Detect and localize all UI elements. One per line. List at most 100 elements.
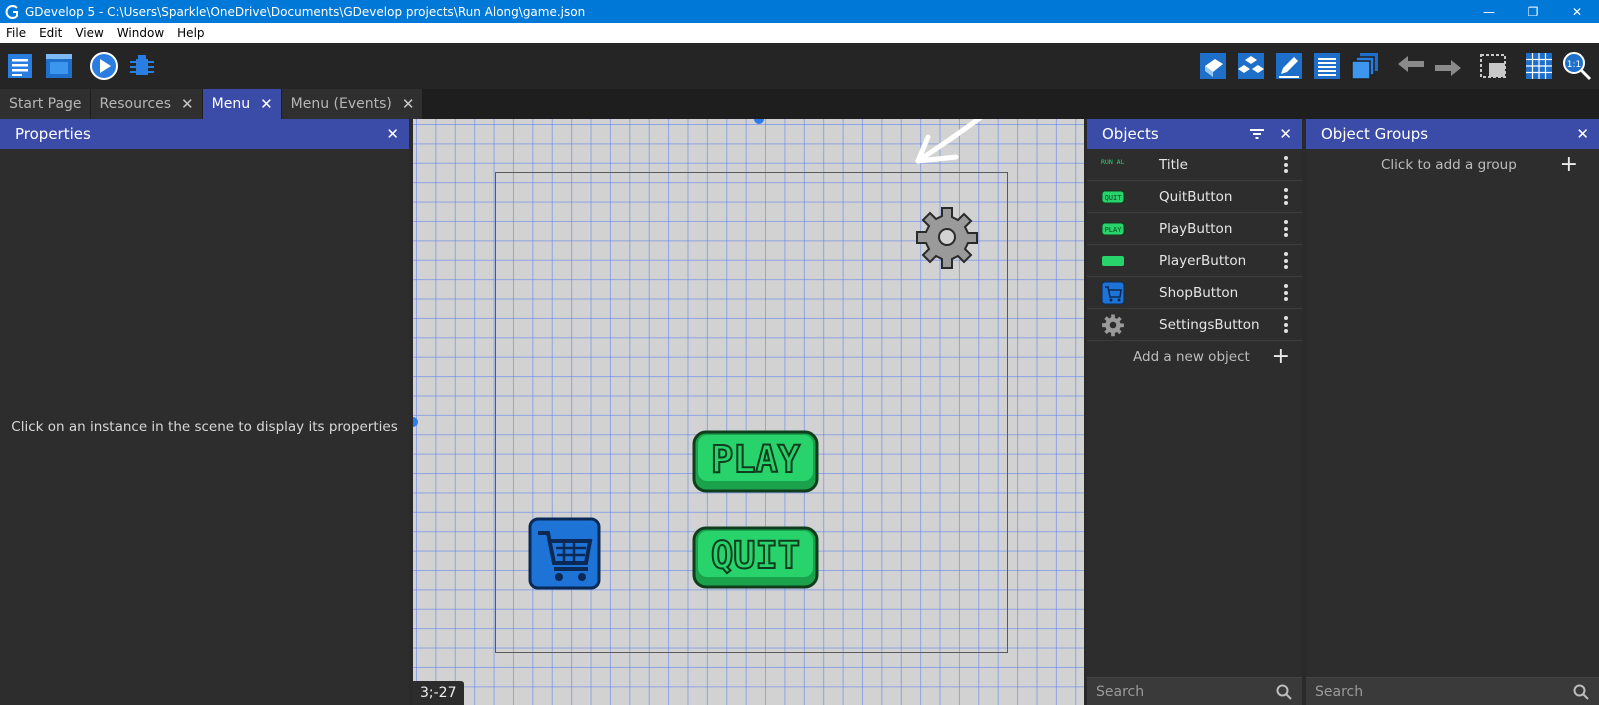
properties-panel-header: Properties ✕ xyxy=(0,119,409,149)
gear-icon xyxy=(1101,313,1125,337)
preview-play-icon[interactable] xyxy=(88,50,120,82)
search-icon[interactable] xyxy=(1573,684,1589,700)
close-icon[interactable]: ✕ xyxy=(1279,125,1292,143)
window-titlebar: GDevelop 5 - C:\Users\Sparkle\OneDrive\D… xyxy=(0,0,1599,23)
svg-text:RUN ALONG: RUN ALONG xyxy=(1101,158,1125,166)
add-object-label: Add a new object xyxy=(1133,349,1250,365)
editor-tabs: Start Page Resources ✕ Menu ✕ Menu (Even… xyxy=(0,89,1599,119)
search-placeholder: Search xyxy=(1096,683,1145,700)
shop-button-instance[interactable] xyxy=(528,517,601,590)
tab-start-page[interactable]: Start Page xyxy=(0,89,90,119)
close-icon[interactable]: ✕ xyxy=(260,95,273,113)
properties-empty-message: Click on an instance in the scene to dis… xyxy=(11,419,398,435)
search-placeholder: Search xyxy=(1315,683,1364,700)
add-new-object-button[interactable]: Add a new object + xyxy=(1087,341,1302,373)
objects-panel-header: Objects ✕ xyxy=(1087,119,1302,149)
close-icon[interactable]: ✕ xyxy=(1576,125,1589,143)
menu-edit[interactable]: Edit xyxy=(33,26,69,40)
object-name: Title xyxy=(1159,156,1188,173)
redo-icon[interactable] xyxy=(1432,50,1464,82)
resize-handle-left[interactable] xyxy=(413,417,418,427)
object-item-playbutton[interactable]: PLAY PlayButton xyxy=(1087,213,1302,245)
project-manager-icon[interactable] xyxy=(5,50,37,82)
grid-toggle-icon[interactable] xyxy=(1523,50,1555,82)
add-group-button[interactable]: Click to add a group + xyxy=(1306,149,1599,181)
panel-title: Object Groups xyxy=(1321,125,1429,143)
close-icon[interactable]: ✕ xyxy=(181,95,194,113)
object-item-playerbutton[interactable]: PlayerButton xyxy=(1087,245,1302,277)
undo-icon[interactable] xyxy=(1395,50,1427,82)
scene-editor-canvas[interactable]: PLAY QUIT 3;-27 xyxy=(413,119,1084,705)
window-mask-icon[interactable] xyxy=(1477,50,1509,82)
annotation-arrow-icon xyxy=(915,119,983,164)
cart-icon xyxy=(528,517,601,590)
tab-label: Start Page xyxy=(9,96,82,112)
instances-list-icon[interactable] xyxy=(1311,50,1343,82)
resize-handle-top[interactable] xyxy=(754,119,764,124)
more-vert-icon[interactable] xyxy=(1284,220,1288,240)
properties-panel-body: Click on an instance in the scene to dis… xyxy=(0,149,409,705)
object-item-settingsbutton[interactable]: SettingsButton xyxy=(1087,309,1302,341)
object-name: PlayerButton xyxy=(1159,252,1247,269)
tab-resources[interactable]: Resources ✕ xyxy=(90,89,202,119)
close-window-button[interactable]: ✕ xyxy=(1555,0,1599,23)
restore-button[interactable]: ❐ xyxy=(1511,0,1555,23)
more-vert-icon[interactable] xyxy=(1284,188,1288,208)
add-group-label: Click to add a group xyxy=(1381,157,1517,173)
close-icon[interactable]: ✕ xyxy=(386,125,399,143)
properties-edit-icon[interactable] xyxy=(1273,50,1305,82)
object-groups-icon[interactable] xyxy=(1235,50,1267,82)
quit-button-instance[interactable]: QUIT xyxy=(692,526,819,589)
search-icon[interactable] xyxy=(1276,684,1292,700)
plus-icon[interactable]: + xyxy=(1560,154,1578,176)
quit-thumb-icon: QUIT xyxy=(1101,185,1125,209)
layers-icon[interactable] xyxy=(1349,50,1381,82)
object-groups-panel-header: Object Groups ✕ xyxy=(1306,119,1599,149)
menu-view[interactable]: View xyxy=(69,26,110,40)
debugger-bug-icon[interactable] xyxy=(126,50,158,82)
tab-menu[interactable]: Menu ✕ xyxy=(202,89,281,119)
more-vert-icon[interactable] xyxy=(1284,284,1288,304)
more-vert-icon[interactable] xyxy=(1284,316,1288,336)
player-thumb-icon xyxy=(1101,249,1125,273)
object-name: SettingsButton xyxy=(1159,316,1260,333)
objects-search-input[interactable]: Search xyxy=(1087,677,1302,705)
tab-label: Menu xyxy=(211,96,251,112)
gear-icon xyxy=(916,207,978,269)
gdevelop-logo-icon xyxy=(4,4,20,20)
objects-panel-icon[interactable] xyxy=(1197,50,1229,82)
tab-menu-events[interactable]: Menu (Events) ✕ xyxy=(281,89,423,119)
panel-title: Objects xyxy=(1102,125,1159,143)
zoom-reset-icon[interactable]: 1:1 xyxy=(1561,50,1593,82)
object-name: QuitButton xyxy=(1159,188,1233,205)
settings-button-instance[interactable] xyxy=(914,204,980,270)
close-icon[interactable]: ✕ xyxy=(402,95,415,113)
window-title: GDevelop 5 - C:\Users\Sparkle\OneDrive\D… xyxy=(25,4,586,19)
gdevelop-app: GDevelop 5 - C:\Users\Sparkle\OneDrive\D… xyxy=(0,0,1599,705)
objects-list: RUN ALONG Title QUIT QuitButton PLAY Pla… xyxy=(1087,149,1302,705)
play-button-instance[interactable]: PLAY xyxy=(692,430,819,493)
object-item-quitbutton[interactable]: QUIT QuitButton xyxy=(1087,181,1302,213)
tab-label: Resources xyxy=(99,96,172,112)
more-vert-icon[interactable] xyxy=(1284,156,1288,176)
scene-window-icon[interactable] xyxy=(43,50,75,82)
groups-search-input[interactable]: Search xyxy=(1306,677,1599,705)
object-name: ShopButton xyxy=(1159,284,1239,301)
plus-icon[interactable]: + xyxy=(1272,346,1290,368)
minimize-button[interactable]: — xyxy=(1467,0,1511,23)
filter-icon[interactable] xyxy=(1250,128,1264,140)
object-groups-list: Click to add a group + Search xyxy=(1306,149,1599,705)
object-item-title[interactable]: RUN ALONG Title xyxy=(1087,149,1302,181)
more-vert-icon[interactable] xyxy=(1284,252,1288,272)
cursor-coordinates: 3;-27 xyxy=(413,681,464,705)
quit-label: QUIT xyxy=(711,534,800,577)
object-item-shopbutton[interactable]: ShopButton xyxy=(1087,277,1302,309)
main-toolbar: 1:1 xyxy=(0,43,1599,89)
object-name: PlayButton xyxy=(1159,220,1233,237)
tab-label: Menu (Events) xyxy=(290,96,392,112)
menu-help[interactable]: Help xyxy=(171,26,211,40)
menu-window[interactable]: Window xyxy=(111,26,171,40)
play-thumb-icon: PLAY xyxy=(1101,217,1125,241)
menu-file[interactable]: File xyxy=(0,26,33,40)
play-label: PLAY xyxy=(711,438,801,481)
